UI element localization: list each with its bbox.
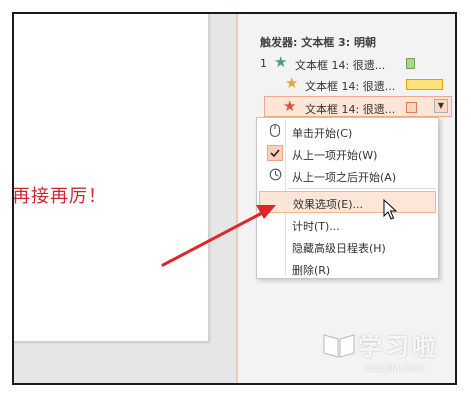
book-logo-icon <box>323 334 355 358</box>
watermark: 学习啦 xuexila.com <box>322 327 462 387</box>
watermark-url: xuexila.com <box>364 363 425 374</box>
mouse-pointer-icon <box>383 199 397 220</box>
watermark-text: 学习啦 <box>358 333 439 361</box>
